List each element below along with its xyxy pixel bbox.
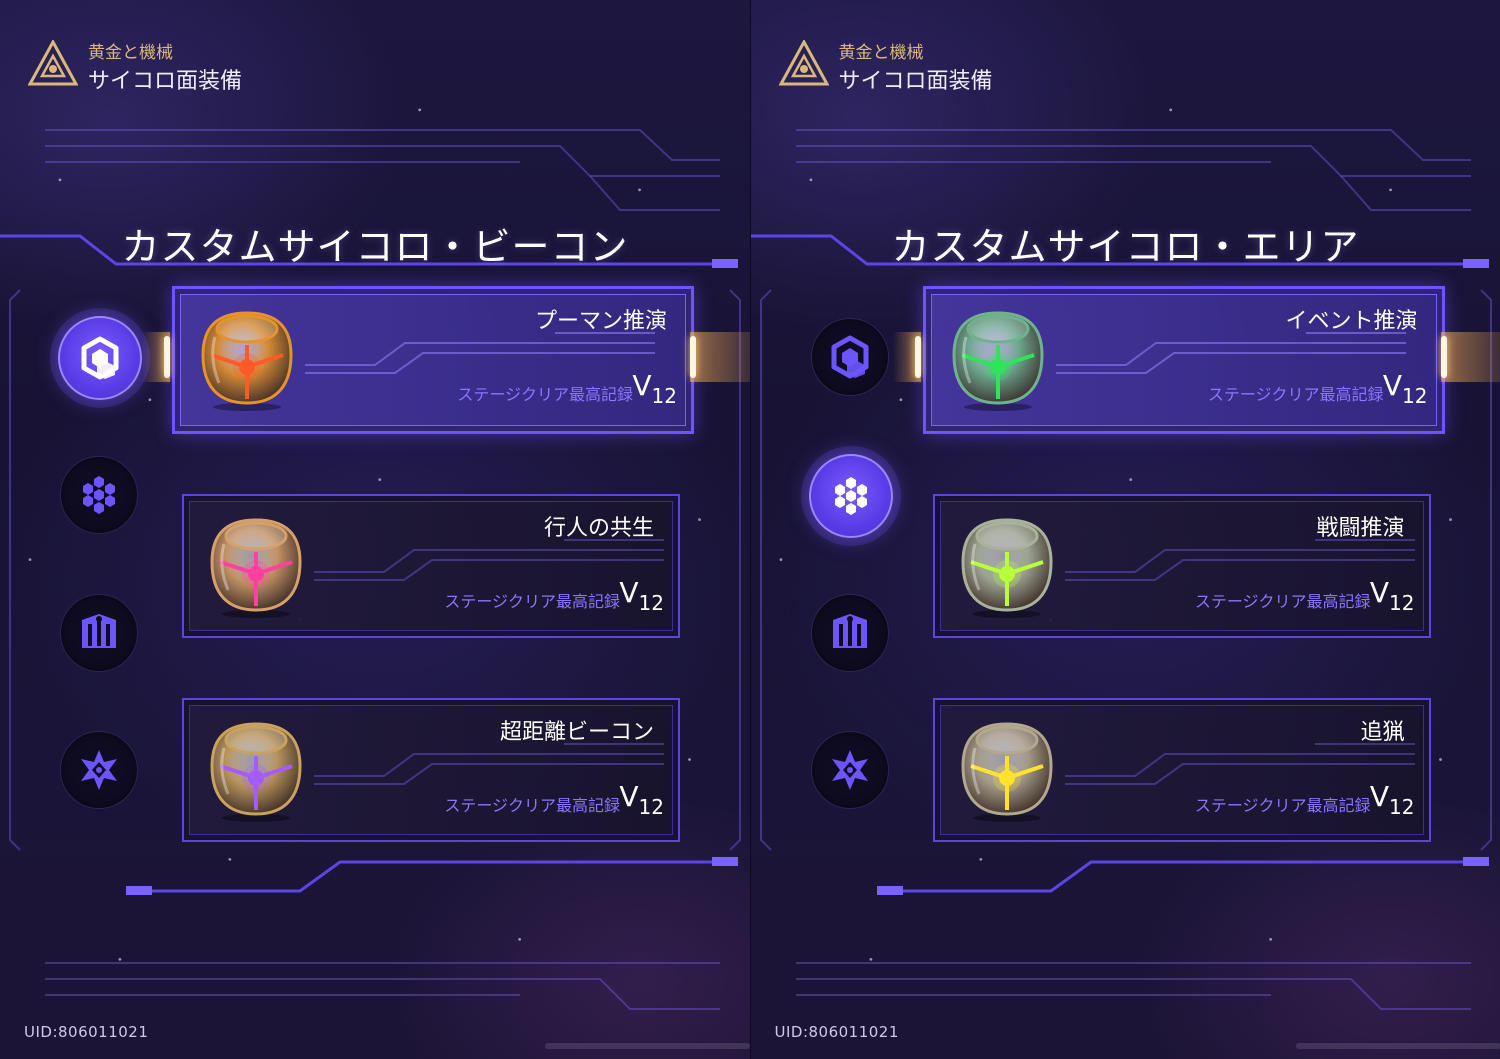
record-value: V12 — [619, 576, 664, 615]
record-letter: V — [619, 780, 639, 813]
side-tab-flower-cluster[interactable] — [60, 456, 138, 534]
record-number: 12 — [1402, 384, 1428, 408]
flower-cluster-icon — [76, 472, 122, 518]
side-tab-pillar[interactable] — [810, 594, 889, 672]
side-tab-star-shield[interactable] — [810, 731, 889, 809]
record-number: 12 — [638, 591, 664, 615]
header-title: サイコロ面装備 — [838, 69, 993, 94]
header-subtitle: 黄金と機械 — [88, 43, 173, 63]
record-label: ステージクリア最高記録 — [444, 592, 620, 611]
card-name: 追猟 — [1360, 720, 1405, 745]
side-tab-star-shield[interactable] — [60, 731, 138, 809]
screenshot-stage: 黄金と機械 サイコロ面装備 カスタムサイコロ・ビーコン プーマン推演 ステージク… — [0, 0, 1500, 1059]
scrollbar[interactable] — [1295, 1043, 1500, 1049]
dice-card[interactable]: 超距離ビーコン ステージクリア最高記録 V12 — [182, 698, 680, 842]
uid-label: UID:806011021 — [24, 1023, 149, 1041]
record-letter: V — [1369, 576, 1390, 609]
dice-icon — [946, 307, 1050, 411]
panel-2: 黄金と機械 サイコロ面装備 カスタムサイコロ・エリア イベント推演 ステージクリ… — [749, 0, 1500, 1059]
dice-card[interactable]: 追猟 ステージクリア最高記録 V12 — [932, 698, 1431, 842]
record-value: V12 — [619, 780, 664, 819]
dice-card[interactable]: 戦闘推演 ステージクリア最高記録 V12 — [932, 494, 1431, 638]
dice-card[interactable]: 行人の共生 ステージクリア最高記録 V12 — [182, 494, 680, 638]
record-label: ステージクリア最高記録 — [444, 796, 620, 815]
side-tab-dice-face[interactable] — [58, 316, 142, 400]
dice-face-icon — [77, 335, 123, 381]
dice-icon — [195, 307, 299, 411]
side-tab-pillar[interactable] — [60, 594, 138, 672]
card-line-decoration — [305, 332, 655, 374]
record-value: V12 — [1369, 780, 1415, 819]
pillar-icon — [76, 610, 122, 656]
record-letter: V — [1382, 369, 1403, 402]
card-connector-left — [892, 332, 921, 382]
card-connector-right — [690, 332, 750, 382]
flower-cluster-icon — [828, 473, 874, 519]
record-letter: V — [619, 576, 639, 609]
record-number: 12 — [1389, 795, 1415, 819]
card-line-decoration — [1055, 332, 1406, 374]
golden-machine-logo-icon — [778, 40, 829, 86]
header-subtitle: 黄金と機械 — [838, 43, 924, 63]
record-label: ステージクリア最高記録 — [457, 385, 633, 404]
scrollbar[interactable] — [545, 1043, 750, 1049]
dice-icon — [204, 718, 308, 822]
pillar-icon — [827, 610, 873, 656]
side-tab-dice-face[interactable] — [810, 318, 889, 396]
section-title: カスタムサイコロ・エリア — [891, 225, 1360, 269]
record-letter: V — [1369, 780, 1390, 813]
record-number: 12 — [1389, 591, 1415, 615]
card-connector-right — [1440, 332, 1500, 382]
card-name: イベント推演 — [1285, 309, 1418, 334]
star-shield-icon — [827, 747, 873, 793]
record-number: 12 — [651, 384, 677, 408]
card-name: 行人の共生 — [543, 516, 654, 541]
golden-machine-logo-icon — [28, 40, 78, 86]
card-name: 超距離ビーコン — [499, 720, 654, 745]
section-title: カスタムサイコロ・ビーコン — [121, 225, 629, 269]
record-number: 12 — [638, 795, 664, 819]
dice-icon — [204, 514, 308, 618]
card-connector-left — [142, 332, 170, 382]
panel-1: 黄金と機械 サイコロ面装備 カスタムサイコロ・ビーコン プーマン推演 ステージク… — [0, 0, 750, 1059]
star-shield-icon — [76, 747, 122, 793]
dice-icon — [955, 718, 1059, 822]
record-label: ステージクリア最高記録 — [1207, 385, 1384, 404]
dice-icon — [955, 514, 1059, 618]
dice-face-icon — [827, 334, 873, 380]
card-name: 戦闘推演 — [1316, 516, 1405, 541]
record-label: ステージクリア最高記録 — [1194, 796, 1371, 815]
record-letter: V — [632, 369, 652, 402]
record-value: V12 — [1382, 369, 1428, 408]
side-tab-flower-cluster[interactable] — [808, 454, 893, 538]
dice-card[interactable]: イベント推演 ステージクリア最高記録 V12 — [922, 286, 1445, 434]
record-value: V12 — [1369, 576, 1415, 615]
card-name: プーマン推演 — [534, 309, 667, 334]
record-label: ステージクリア最高記録 — [1194, 592, 1371, 611]
header-title: サイコロ面装備 — [88, 69, 243, 94]
uid-label: UID:806011021 — [774, 1023, 899, 1041]
record-value: V12 — [632, 369, 677, 408]
dice-card[interactable]: プーマン推演 ステージクリア最高記録 V12 — [172, 286, 694, 434]
